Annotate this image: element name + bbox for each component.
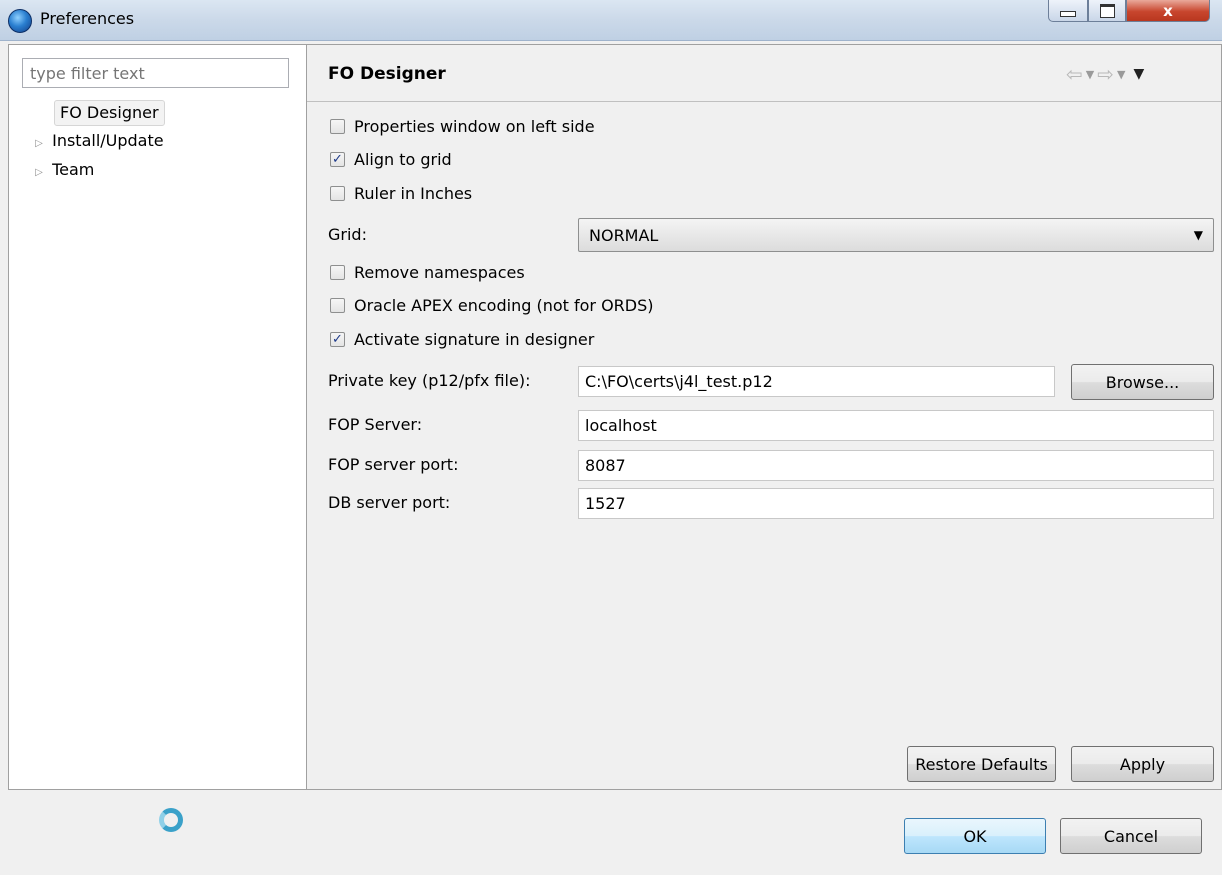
title-bar: Preferences x (0, 0, 1222, 41)
window-controls: x (1048, 0, 1210, 22)
fop-port-input[interactable] (578, 450, 1214, 481)
dropdown-icon[interactable]: ▼ (1086, 68, 1094, 81)
preferences-tree: FO Designer ▷ Install/Update ▷ Team (8, 44, 306, 790)
chevron-down-icon: ▼ (1193, 228, 1203, 242)
view-menu-icon[interactable]: ▼ (1133, 66, 1144, 82)
page-title: FO Designer (328, 64, 446, 84)
checkbox-box[interactable]: ✓ (330, 151, 345, 167)
app-icon (8, 9, 32, 33)
ok-button[interactable]: OK (904, 818, 1046, 854)
grid-label: Grid: (328, 225, 367, 244)
page-navigation: ⇦ ▼ ⇨ ▼ ▼ (1066, 62, 1144, 86)
browse-button[interactable]: Browse... (1071, 364, 1214, 400)
minimize-button[interactable] (1048, 0, 1088, 22)
fop-server-input[interactable] (578, 410, 1214, 441)
forward-arrow-icon[interactable]: ⇨ (1097, 62, 1114, 86)
restore-defaults-button[interactable]: Restore Defaults (907, 746, 1056, 782)
fop-port-label: FOP server port: (328, 455, 459, 474)
minimize-icon (1060, 10, 1076, 17)
checkbox-box[interactable] (330, 297, 345, 313)
maximize-icon (1099, 3, 1115, 18)
remove-namespaces-checkbox[interactable]: Remove namespaces (330, 259, 525, 285)
tree-item-label: FO Designer (54, 100, 165, 126)
checkbox-label: Properties window on left side (354, 116, 595, 136)
window-title: Preferences (40, 9, 135, 28)
private-key-input[interactable] (578, 366, 1055, 397)
maximize-button[interactable] (1088, 0, 1126, 22)
progress-icon (159, 808, 183, 832)
checkbox-label: Ruler in Inches (354, 183, 473, 203)
close-icon: x (1163, 1, 1173, 20)
fop-server-label: FOP Server: (328, 415, 423, 434)
apex-encoding-checkbox[interactable]: Oracle APEX encoding (not for ORDS) (330, 292, 654, 318)
checkbox-box[interactable] (330, 118, 345, 134)
tree-item-label: Team (52, 160, 95, 179)
tree-item-label: Install/Update (52, 131, 164, 150)
tree-item-install-update[interactable]: ▷ Install/Update (31, 128, 164, 157)
grid-select[interactable]: NORMAL ▼ (578, 218, 1214, 252)
back-arrow-icon[interactable]: ⇦ (1066, 62, 1083, 86)
db-port-input[interactable] (578, 488, 1214, 519)
private-key-label: Private key (p12/pfx file): (328, 371, 531, 390)
apply-button[interactable]: Apply (1071, 746, 1214, 782)
align-grid-checkbox[interactable]: ✓ Align to grid (330, 146, 452, 172)
checkbox-label: Remove namespaces (354, 262, 525, 282)
expand-arrow-icon[interactable]: ▷ (31, 131, 47, 157)
checkbox-label: Align to grid (354, 149, 452, 169)
checkbox-box[interactable]: ✓ (330, 331, 345, 347)
activate-signature-checkbox[interactable]: ✓ Activate signature in designer (330, 326, 594, 352)
checkbox-box[interactable] (330, 185, 345, 201)
close-button[interactable]: x (1126, 0, 1210, 22)
checkbox-box[interactable] (330, 264, 345, 280)
properties-left-checkbox[interactable]: Properties window on left side (330, 113, 595, 139)
dropdown-icon[interactable]: ▼ (1117, 68, 1125, 81)
cancel-button[interactable]: Cancel (1060, 818, 1202, 854)
tree-item-team[interactable]: ▷ Team (31, 157, 94, 183)
ruler-inches-checkbox[interactable]: Ruler in Inches (330, 180, 472, 206)
expand-arrow-icon[interactable]: ▷ (31, 160, 47, 186)
divider (307, 101, 1221, 102)
grid-select-value: NORMAL (589, 225, 659, 245)
db-port-label: DB server port: (328, 493, 451, 512)
filter-input[interactable] (22, 58, 289, 88)
checkbox-label: Oracle APEX encoding (not for ORDS) (354, 295, 654, 315)
tree-item-fo-designer[interactable]: FO Designer (54, 100, 165, 126)
checkbox-label: Activate signature in designer (354, 329, 595, 349)
